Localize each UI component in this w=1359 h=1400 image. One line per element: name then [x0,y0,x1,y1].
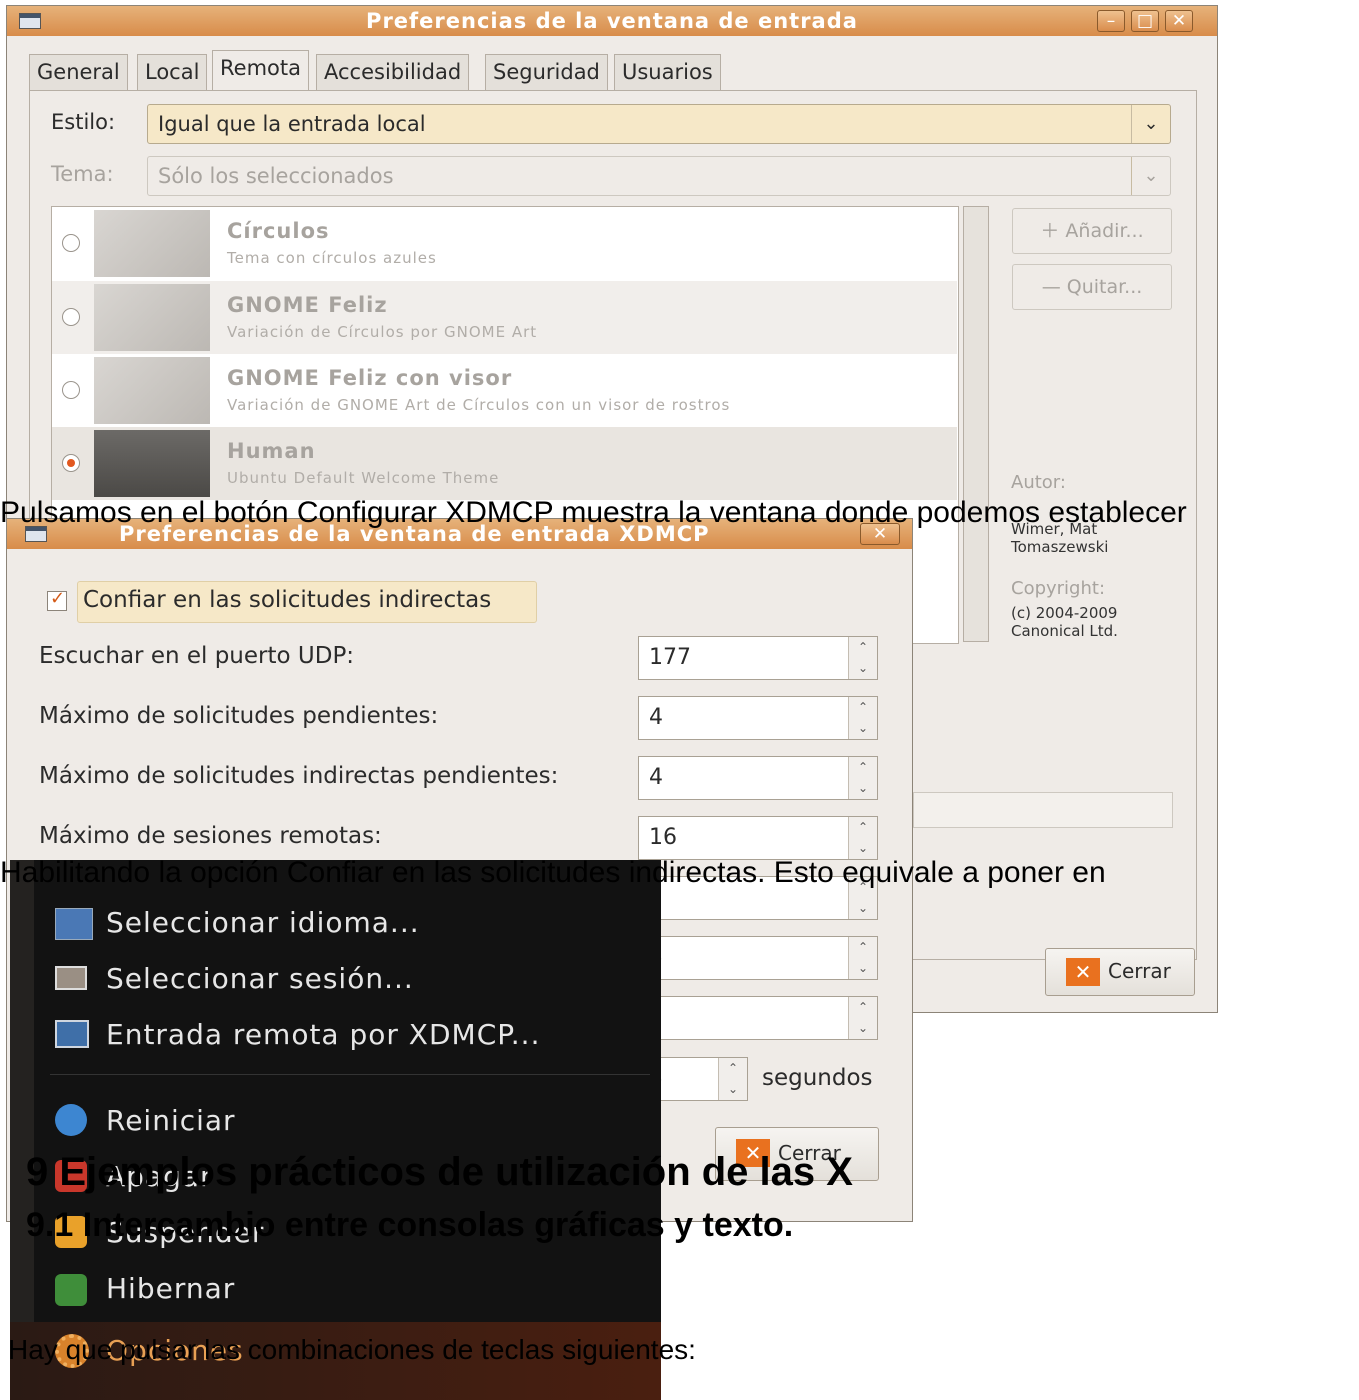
section-heading: 9 Ejemplos prácticos de utilización de l… [26,1150,853,1194]
theme-description: Variación de GNOME Art de Círculos con u… [227,396,731,414]
window-menu-icon[interactable] [19,13,41,29]
remove-theme-button[interactable]: — Quitar... [1012,264,1172,310]
copyright-value: (c) 2004-2009 Canonical Ltd. [1011,604,1118,640]
tab-seguridad[interactable]: Seguridad [485,54,608,90]
tab-usuarios[interactable]: Usuarios [614,54,721,90]
udp-port-label: Escuchar en el puerto UDP: [39,643,355,669]
add-theme-button[interactable]: ＋ Añadir... [1012,208,1172,254]
copyright-label: Copyright: [1011,578,1106,599]
theme-thumbnail [94,284,210,351]
theme-thumbnail [94,357,210,424]
remove-label: Quitar... [1066,276,1143,298]
list-item[interactable]: GNOME Feliz con visor Variación de GNOME… [52,354,957,427]
tema-value: Sólo los seleccionados [158,164,394,188]
max-indirect-pending-field[interactable]: 4 ⌃ ⌄ [638,756,878,800]
trust-indirect-checkbox[interactable] [47,588,67,611]
theme-radio[interactable] [62,381,80,399]
close-icon: ✕ [1066,958,1100,986]
theme-description: Tema con círculos azules [227,249,437,267]
autor-label: Autor: [1011,472,1066,493]
theme-thumbnail [94,430,210,497]
spinner-arrows[interactable]: ⌃ ⌄ [848,997,877,1039]
subsection-heading: 9.1 Intercambio entre consolas gráficas … [26,1206,794,1244]
estilo-combo[interactable]: Igual que la entrada local ⌄ [147,104,1171,144]
spinner-arrows[interactable]: ⌃ ⌄ [848,817,877,859]
language-icon [55,908,93,940]
theme-radio[interactable] [62,234,80,252]
theme-title: Human [227,439,316,463]
menu-item-session[interactable]: Seleccionar sesión... [106,962,414,995]
maximize-button[interactable]: □ [1131,10,1159,32]
menu-item-hibernate[interactable]: Hibernar [106,1272,235,1305]
theme-description: Variación de Círculos por GNOME Art [227,323,538,341]
max-pending-field[interactable]: 4 ⌃ ⌄ [638,696,878,740]
minimize-button[interactable]: – [1097,10,1125,32]
max-remote-sessions-label: Máximo de sesiones remotas: [39,823,382,849]
add-label: Añadir... [1065,220,1144,242]
menu-left-edge [10,860,34,1400]
remote-login-icon [55,1020,89,1048]
theme-radio[interactable] [62,308,80,326]
tab-accesibilidad[interactable]: Accesibilidad [316,54,470,90]
doc-paragraph: Hay que pulsar las combinaciones de tecl… [8,1334,696,1365]
close-window-button[interactable]: ✕ [1165,10,1193,32]
tema-combo[interactable]: Sólo los seleccionados ⌄ [147,156,1171,196]
plus-icon: ＋ [1040,220,1060,242]
tab-remota[interactable]: Remota [212,50,309,92]
close-button[interactable]: ✕ Cerrar [1045,948,1195,996]
theme-title: Círculos [227,219,330,243]
menu-item-xdmcp[interactable]: Entrada remota por XDMCP... [106,1018,540,1051]
field-value: 16 [649,825,677,850]
estilo-value: Igual que la entrada local [158,112,426,136]
field-value: 177 [649,645,691,670]
list-item[interactable]: Human Ubuntu Default Welcome Theme [52,427,957,500]
list-scrollbar[interactable] [963,206,989,642]
field-value: 4 [649,765,663,790]
max-pending-label: Máximo de solicitudes pendientes: [39,703,439,729]
spinner-arrows[interactable]: ⌃ ⌄ [848,697,877,739]
close-label: Cerrar [1108,959,1171,983]
theme-title: GNOME Feliz con visor [227,366,513,390]
spinner-arrows[interactable]: ⌃ ⌄ [848,937,877,979]
spin-field[interactable]: 5 ⌃⌄ [638,936,878,980]
udp-port-field[interactable]: 177 ⌃ ⌄ [638,636,878,680]
window-titlebar[interactable]: Preferencias de la ventana de entrada [7,6,1217,36]
theme-thumbnail [94,210,210,277]
list-item[interactable]: GNOME Feliz Variación de Círculos por GN… [52,281,957,354]
tab-local[interactable]: Local [137,54,208,90]
theme-description: Ubuntu Default Welcome Theme [227,469,500,487]
minus-icon: — [1041,276,1061,298]
menu-separator [50,1074,650,1075]
tab-general[interactable]: General [29,54,128,90]
tema-label: Tema: [51,162,114,186]
session-icon [55,966,87,990]
theme-radio[interactable] [62,454,80,472]
hibernate-icon [55,1274,87,1306]
estilo-label: Estilo: [51,110,116,134]
spinner-arrows[interactable]: ⌃ ⌄ [848,637,877,679]
list-item[interactable]: Círculos Tema con círculos azules [52,207,957,280]
doc-line-2: Habilitando la opción Confiar en las sol… [0,856,1106,889]
options-menu: Seleccionar idioma... Seleccionar sesión… [10,860,661,1400]
spinner-arrows[interactable]: ⌃ ⌄ [848,757,877,799]
seconds-label: segundos [762,1065,873,1091]
description-field[interactable] [913,792,1173,828]
menu-item-restart[interactable]: Reiniciar [106,1104,236,1137]
trust-indirect-label: Confiar en las solicitudes indirectas [83,587,492,613]
theme-title: GNOME Feliz [227,293,388,317]
chevron-down-icon: ⌄ [1131,157,1170,195]
chevron-down-icon: ⌄ [1131,105,1170,143]
max-indirect-pending-label: Máximo de solicitudes indirectas pendien… [39,763,559,789]
field-value: 4 [649,705,663,730]
spinner-arrows[interactable]: ⌃ ⌄ [718,1058,747,1100]
menu-item-language[interactable]: Seleccionar idioma... [106,906,420,939]
restart-icon [55,1104,87,1136]
doc-line-1: Pulsamos en el botón Configurar XDMCP mu… [0,496,1187,529]
window-title: Preferencias de la ventana de entrada [366,9,858,33]
spin-field[interactable]: ⌃ ⌄ [638,996,878,1040]
max-remote-sessions-field[interactable]: 16 ⌃ ⌄ [638,816,878,860]
